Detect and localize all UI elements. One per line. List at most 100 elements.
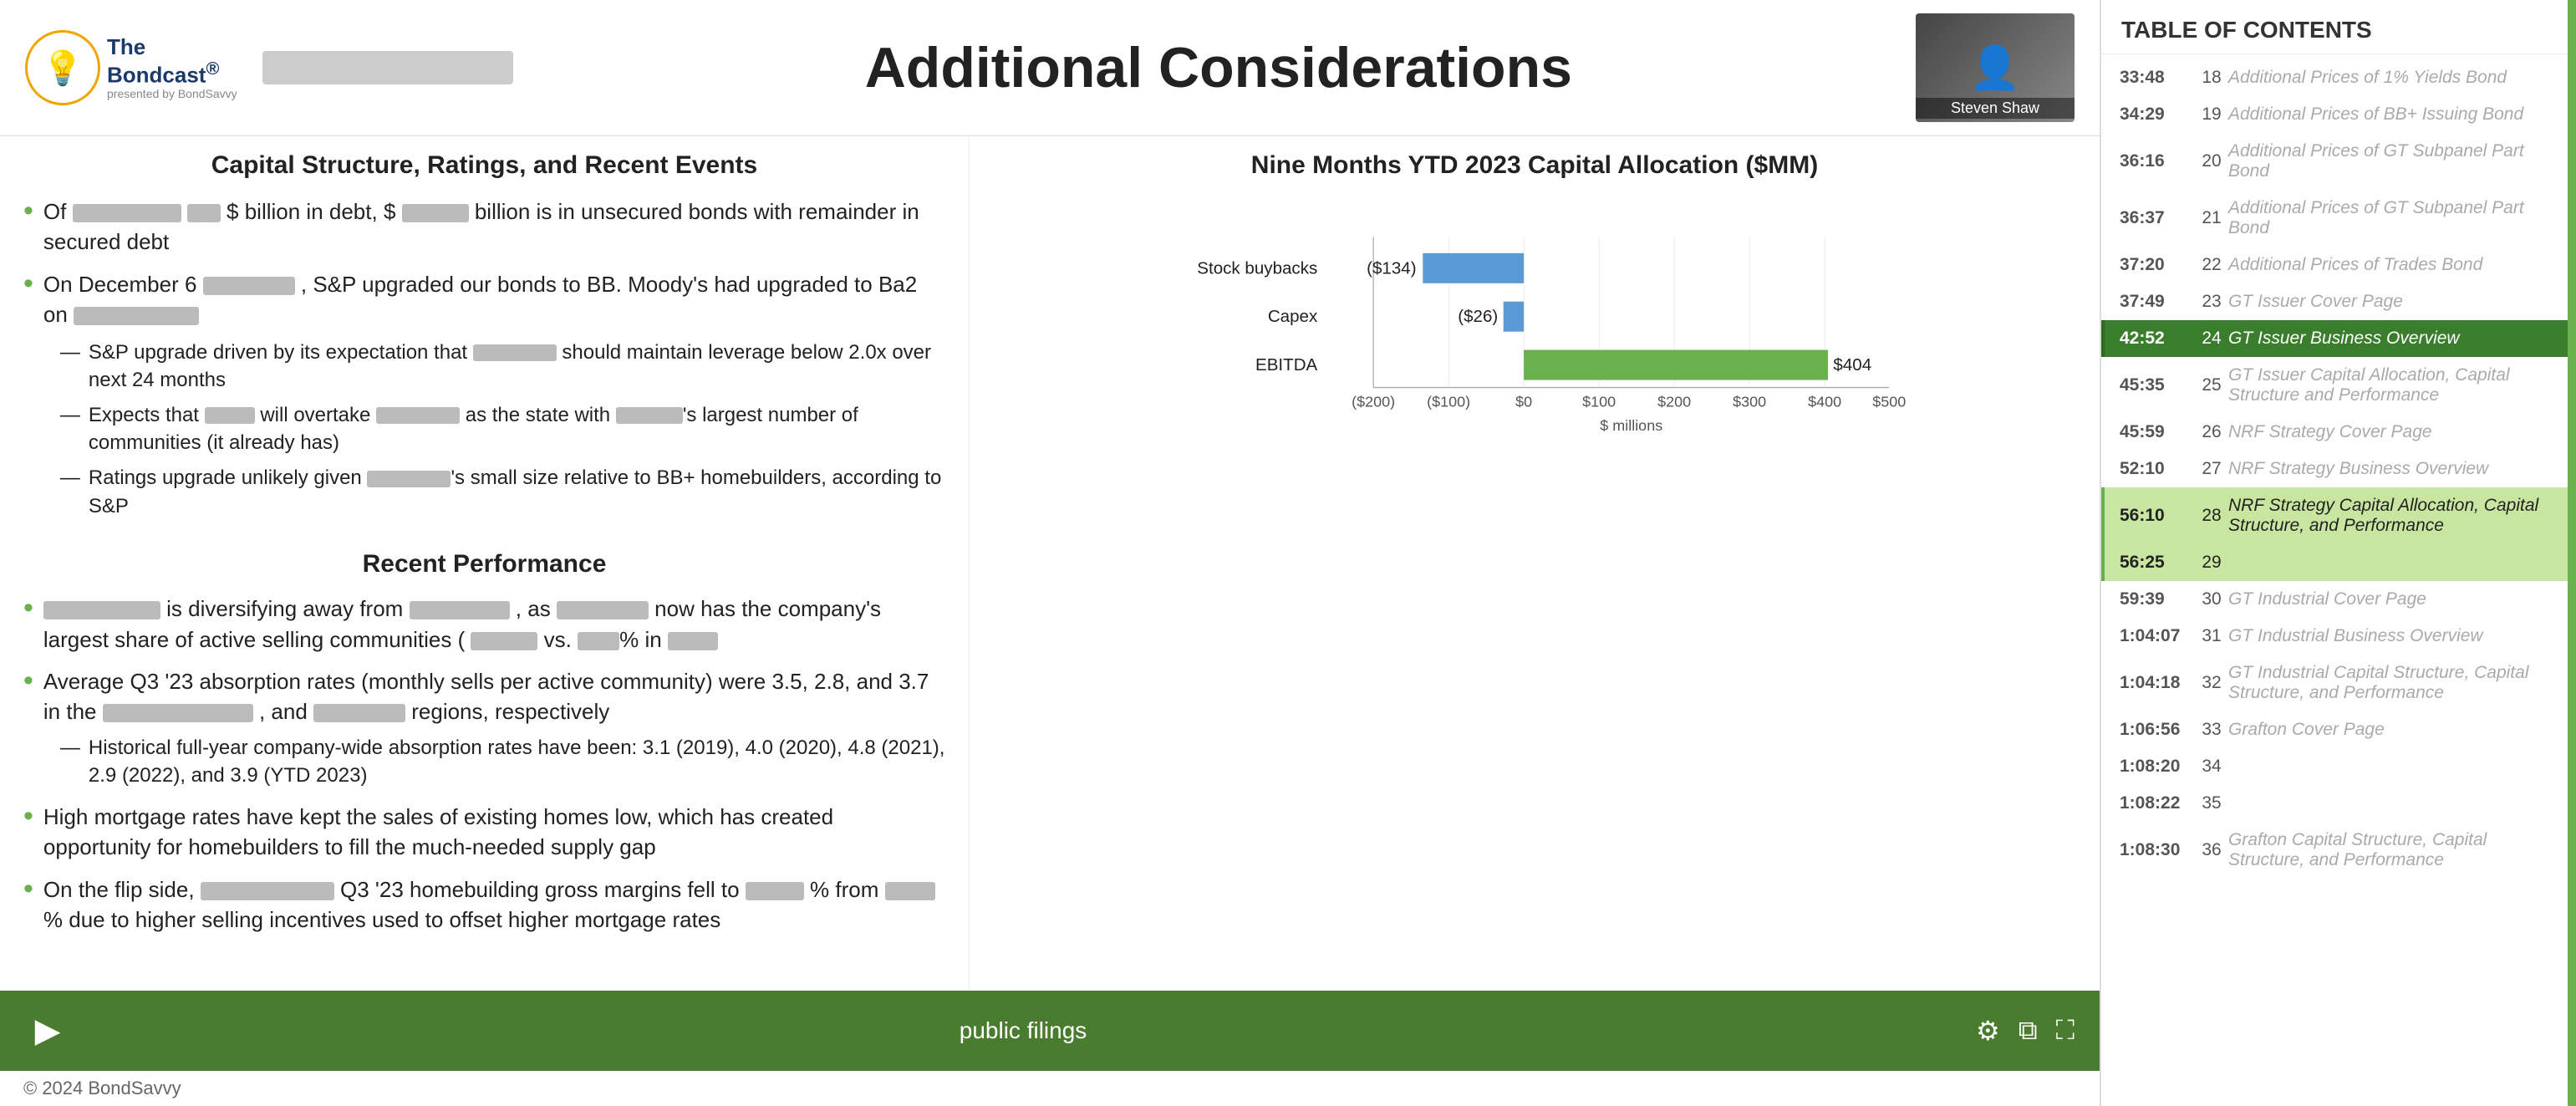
toc-item-3[interactable]: 36:37 21 Additional Prices of GT Subpane… (2101, 190, 2568, 247)
svg-text:$0: $0 (1515, 394, 1532, 410)
toc-time-6: 42:52 (2120, 329, 2195, 349)
sub-bullet-2: — Expects that will overtake as the stat… (60, 401, 945, 457)
toc-item-17[interactable]: 1:08:22 35 (2101, 785, 2568, 822)
toc-num-0: 18 (2195, 68, 2228, 88)
toc-item-7[interactable]: 45:35 25 GT Issuer Capital Allocation, C… (2101, 357, 2568, 414)
toc-time-16: 1:08:20 (2120, 757, 2195, 777)
toc-num-1: 19 (2195, 104, 2228, 125)
toc-header: TABLE OF CONTENTS (2101, 0, 2568, 54)
bar-stock-buybacks (1423, 253, 1524, 283)
toc-text-13: GT Industrial Business Overview (2228, 626, 2553, 646)
svg-text:$ millions: $ millions (1600, 417, 1662, 434)
svg-text:$404: $404 (1833, 355, 1871, 375)
svg-text:EBITDA: EBITDA (1255, 355, 1318, 375)
toc-text-1: Additional Prices of BB+ Issuing Bond (2228, 104, 2553, 125)
toc-time-13: 1:04:07 (2120, 626, 2195, 646)
toc-item-5[interactable]: 37:49 23 GT Issuer Cover Page (2101, 283, 2568, 320)
svg-text:($134): ($134) (1367, 258, 1416, 278)
toc-item-13[interactable]: 1:04:07 31 GT Industrial Business Overvi… (2101, 618, 2568, 655)
svg-text:($100): ($100) (1427, 394, 1470, 410)
player-controls: ⚙ ⧉ ⛶ (1976, 1015, 2075, 1047)
redacted-5 (74, 307, 199, 325)
redacted-4 (203, 277, 295, 295)
toc-num-6: 24 (2195, 329, 2228, 349)
toc-num-11: 29 (2195, 553, 2228, 573)
toc-time-17: 1:08:22 (2120, 793, 2195, 813)
toc-text-12: GT Industrial Cover Page (2228, 589, 2553, 609)
toc-text-3: Additional Prices of GT Subpanel Part Bo… (2228, 198, 2553, 238)
toc-time-9: 52:10 (2120, 459, 2195, 479)
toc-num-12: 30 (2195, 589, 2228, 609)
caption-icon[interactable]: ⧉ (2019, 1015, 2038, 1047)
toc-time-18: 1:08:30 (2120, 840, 2195, 860)
toc-item-4[interactable]: 37:20 22 Additional Prices of Trades Bon… (2101, 247, 2568, 283)
toc-item-15[interactable]: 1:06:56 33 Grafton Cover Page (2101, 711, 2568, 748)
fullscreen-icon[interactable]: ⛶ (2056, 1015, 2075, 1047)
toc-num-18: 36 (2195, 840, 2228, 860)
chart-area: ($134) Stock buybacks ($26) Capex $404 E… (1158, 205, 1911, 441)
toc-num-7: 25 (2195, 375, 2228, 395)
svg-text:$300: $300 (1733, 394, 1766, 410)
sub-bullet-1: — S&P upgrade driven by its expectation … (60, 339, 945, 395)
toc-text-14: GT Industrial Capital Structure, Capital… (2228, 663, 2553, 703)
settings-icon[interactable]: ⚙ (1976, 1015, 2000, 1047)
toc-list[interactable]: 33:48 18 Additional Prices of 1% Yields … (2101, 54, 2568, 1106)
toc-item-16[interactable]: 1:08:20 34 (2101, 748, 2568, 785)
toc-num-14: 32 (2195, 673, 2228, 693)
toc-num-13: 31 (2195, 626, 2228, 646)
right-panel: Nine Months YTD 2023 Capital Allocation … (970, 136, 2100, 991)
rp-sub-bullet-list: — Historical full-year company-wide abso… (60, 734, 945, 790)
toc-item-10-highlight[interactable]: 56:10 28 NRF Strategy Capital Allocation… (2101, 487, 2568, 544)
toc-text-0: Additional Prices of 1% Yields Bond (2228, 68, 2553, 88)
toc-num-15: 33 (2195, 720, 2228, 740)
svg-text:($200): ($200) (1352, 394, 1395, 410)
toc-time-5: 37:49 (2120, 292, 2195, 312)
chart-title: Nine Months YTD 2023 Capital Allocation … (993, 151, 2076, 180)
toc-num-3: 21 (2195, 208, 2228, 228)
toc-item-14[interactable]: 1:04:18 32 GT Industrial Capital Structu… (2101, 655, 2568, 711)
play-button[interactable]: ▶ (25, 1008, 70, 1053)
toc-item-1[interactable]: 34:29 19 Additional Prices of BB+ Issuin… (2101, 96, 2568, 133)
toc-text-5: GT Issuer Cover Page (2228, 292, 2553, 312)
sub-bullet-3: — Ratings upgrade unlikely given 's smal… (60, 464, 945, 520)
toc-time-8: 45:59 (2120, 422, 2195, 442)
svg-text:Capex: Capex (1268, 307, 1318, 326)
redacted-1 (73, 204, 181, 222)
redacted-3 (402, 204, 469, 222)
capital-structure-list: • Of $ billion in debt, $ billion is in … (23, 196, 945, 532)
bar-ebitda (1524, 350, 1828, 380)
toc-item-6-active[interactable]: 42:52 24 GT Issuer Business Overview (2101, 320, 2568, 357)
toc-item-2[interactable]: 36:16 20 Additional Prices of GT Subpane… (2101, 133, 2568, 190)
right-accent-bar (2568, 0, 2576, 1106)
chart-svg: ($134) Stock buybacks ($26) Capex $404 E… (1158, 205, 1911, 441)
toc-time-1: 34:29 (2120, 104, 2195, 125)
toc-text-7: GT Issuer Capital Allocation, Capital St… (2228, 365, 2553, 405)
toc-text-18: Grafton Capital Structure, Capital Struc… (2228, 830, 2553, 870)
recent-performance-title: Recent Performance (23, 550, 945, 578)
toc-num-16: 34 (2195, 757, 2228, 777)
toc-item-0[interactable]: 33:48 18 Additional Prices of 1% Yields … (2101, 59, 2568, 96)
copyright: © 2024 BondSavvy (0, 1071, 2100, 1106)
toc-text-6: GT Issuer Business Overview (2228, 329, 2553, 349)
toc-num-5: 23 (2195, 292, 2228, 312)
section-title: Capital Structure, Ratings, and Recent E… (23, 151, 945, 180)
toc-item-12[interactable]: 59:39 30 GT Industrial Cover Page (2101, 581, 2568, 618)
toc-time-0: 33:48 (2120, 68, 2195, 88)
recent-performance-list: • is diversifying away from , as now has… (23, 594, 945, 946)
sub-bullet-list-1: — S&P upgrade driven by its expectation … (60, 339, 945, 521)
toc-num-2: 20 (2195, 151, 2228, 171)
toc-time-12: 59:39 (2120, 589, 2195, 609)
toc-item-8[interactable]: 45:59 26 NRF Strategy Cover Page (2101, 414, 2568, 451)
toc-num-8: 26 (2195, 422, 2228, 442)
toc-item-18[interactable]: 1:08:30 36 Grafton Capital Structure, Ca… (2101, 822, 2568, 879)
toc-text-2: Additional Prices of GT Subpanel Part Bo… (2228, 141, 2553, 181)
toc-time-4: 37:20 (2120, 255, 2195, 275)
toc-item-9[interactable]: 52:10 27 NRF Strategy Business Overview (2101, 451, 2568, 487)
logo-tagline: presented by BondSavvy (107, 87, 237, 100)
toc-item-11-highlight[interactable]: 56:25 29 (2101, 544, 2568, 581)
sidebar: TABLE OF CONTENTS 33:48 18 Additional Pr… (2100, 0, 2568, 1106)
redacted-header-bar (262, 51, 513, 84)
bar-capex (1504, 302, 1524, 332)
redacted-2 (187, 204, 221, 222)
page-title: Additional Considerations (538, 35, 1899, 100)
